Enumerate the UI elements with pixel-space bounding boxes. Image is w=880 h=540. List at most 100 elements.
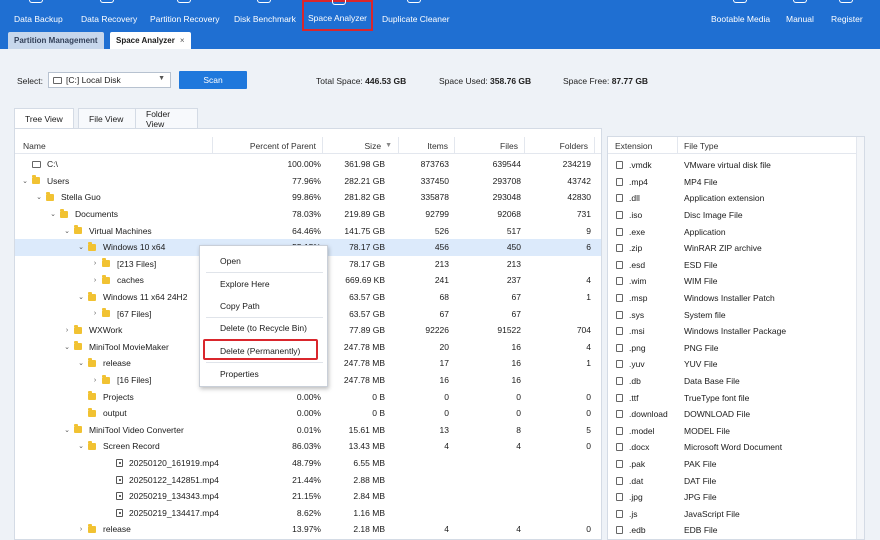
chevron-right-icon[interactable]: › [91, 277, 99, 284]
tree-name-cell: ⌄ Users [21, 173, 69, 190]
column-header-folders[interactable]: Folders [525, 137, 595, 154]
extension-row[interactable]: .esd ESD File [608, 257, 864, 274]
close-icon[interactable]: × [180, 36, 185, 45]
tree-row[interactable]: ⌄ Stella Guo 99.86% 281.82 GB 335878 293048 42… [15, 189, 601, 206]
menu-item-delete-permanently[interactable]: Delete (Permanently) [220, 346, 300, 356]
tree-row[interactable]: ⌄ Documents 78.03% 219.89 GB 92799 92068 731 [15, 206, 601, 223]
tab-file-view[interactable]: File View [78, 108, 138, 128]
folders-cell: 1 [586, 358, 591, 369]
tree-row[interactable]: 20250120_161919.mp4 48.79% 6.55 MB [15, 455, 601, 472]
extension-row[interactable]: .mp4 MP4 File [608, 174, 864, 191]
files-cell [441, 455, 521, 472]
tree-item-name: Screen Record [103, 441, 160, 452]
tree-row[interactable]: ⌄ Virtual Machines 64.46% 141.75 GB 526 517 9 [15, 222, 601, 239]
chevron-down-icon[interactable]: ⌄ [63, 343, 71, 351]
menu-item-copy-path[interactable]: Copy Path [220, 301, 260, 311]
extension-row[interactable]: .iso Disc Image File [608, 207, 864, 224]
file-type-icon [616, 410, 623, 419]
tree-row[interactable]: 20250219_134417.mp4 8.62% 1.16 MB [15, 505, 601, 522]
toolbar-manual-button[interactable]: Manual [786, 0, 814, 30]
toolbar-data-backup-button[interactable]: Data Backup [14, 0, 63, 30]
column-header-name[interactable]: Name [15, 137, 213, 154]
menu-item-properties[interactable]: Properties [220, 369, 259, 379]
extension-row[interactable]: .yuv YUV File [608, 356, 864, 373]
tree-row[interactable]: ⌄ Users 77.96% 282.21 GB 337450 293708 43742 [15, 173, 601, 190]
extension-row[interactable]: .js JavaScript File [608, 506, 864, 523]
chevron-down-icon[interactable]: ⌄ [77, 442, 85, 450]
toolbar-duplicate-cleaner-button[interactable]: Duplicate Cleaner [382, 0, 450, 30]
chevron-down-icon[interactable]: ⌄ [77, 359, 85, 367]
extension-row[interactable]: .jpg JPG File [608, 489, 864, 506]
column-header-files[interactable]: Files [455, 137, 525, 154]
extension-cell: .jpg [616, 489, 643, 506]
drive-select[interactable]: [C:] Local Disk ▼ [48, 72, 171, 88]
extension-cell: .mp4 [616, 174, 648, 191]
tree-name-cell: 20250219_134417.mp4 [105, 505, 219, 522]
tree-row[interactable]: ⌄ MiniTool Video Converter 0.01% 15.61 MB 13… [15, 422, 601, 439]
extension-row[interactable]: .zip WinRAR ZIP archive [608, 240, 864, 257]
extension-row[interactable]: .exe Application [608, 223, 864, 240]
extension-row[interactable]: .vmdk VMware virtual disk file [608, 157, 864, 174]
tree-row[interactable]: 20250219_134343.mp4 21.15% 2.84 MB [15, 488, 601, 505]
file-type-icon [616, 277, 623, 286]
column-header-file-type[interactable]: File Type [678, 137, 858, 154]
toolbar-data-recovery-button[interactable]: Data Recovery [81, 0, 137, 30]
chevron-down-icon[interactable]: ⌄ [77, 293, 85, 301]
tree-row[interactable]: C:\ 100.00% 361.98 GB 873763 639544 234219 [15, 156, 601, 173]
extension-row[interactable]: .db Data Base File [608, 373, 864, 390]
scan-controls: Select: [C:] Local Disk ▼ Scan Total Spa… [0, 49, 880, 97]
column-header-extension[interactable]: Extension [608, 137, 678, 154]
tab-folder-view[interactable]: Folder View [135, 108, 198, 129]
column-header-percent[interactable]: Percent of Parent [213, 137, 323, 154]
extension-row[interactable]: .model MODEL File [608, 423, 864, 440]
extension-row[interactable]: .msp Windows Installer Patch [608, 290, 864, 307]
chevron-down-icon[interactable]: ⌄ [49, 210, 57, 218]
extension-row[interactable]: .msi Windows Installer Package [608, 323, 864, 340]
toolbar-register-button[interactable]: Register [831, 0, 863, 30]
column-header-items[interactable]: Items [399, 137, 455, 154]
scan-button[interactable]: Scan [179, 71, 247, 89]
toolbar-disk-benchmark-button[interactable]: Disk Benchmark [234, 0, 296, 30]
chevron-right-icon[interactable]: › [91, 377, 99, 384]
chevron-down-icon[interactable]: ⌄ [63, 227, 71, 235]
toolbar-bootable-media-button[interactable]: Bootable Media [711, 0, 770, 30]
tree-row[interactable]: › release 13.97% 2.18 MB 4 4 0 [15, 521, 601, 538]
extension-row[interactable]: .pak PAK File [608, 456, 864, 473]
chevron-down-icon[interactable]: ⌄ [63, 426, 71, 434]
extension-cell: .zip [616, 240, 642, 257]
extension-row[interactable]: .docx Microsoft Word Document [608, 439, 864, 456]
tab-space-analyzer[interactable]: Space Analyzer × [110, 32, 191, 49]
extension-row[interactable]: .png PNG File [608, 340, 864, 357]
extension-row[interactable]: .sys System file [608, 306, 864, 323]
file-type-cell: TrueType font file [684, 392, 750, 403]
toolbar-space-analyzer-button[interactable]: Space Analyzer [302, 0, 373, 31]
chevron-down-icon[interactable]: ⌄ [21, 177, 29, 185]
file-type-cell: Windows Installer Patch [684, 293, 775, 304]
tab-tree-view[interactable]: Tree View [14, 108, 74, 128]
extension-row[interactable]: .edb EDB File [608, 522, 864, 539]
chevron-down-icon[interactable]: ⌄ [35, 193, 43, 201]
tab-partition-management[interactable]: Partition Management [8, 32, 104, 49]
extension-row[interactable]: .wim WIM File [608, 273, 864, 290]
column-header-size[interactable]: Size ▼ [323, 137, 399, 154]
tree-row[interactable]: 20250122_142851.mp4 21.44% 2.88 MB [15, 471, 601, 488]
menu-separator [206, 362, 323, 363]
tree-row[interactable]: ⌄ Screen Record 86.03% 13.43 MB 4 4 0 [15, 438, 601, 455]
menu-item-delete-recycle-bin[interactable]: Delete (to Recycle Bin) [220, 323, 307, 333]
menu-item-open[interactable]: Open [220, 256, 241, 266]
chevron-right-icon[interactable]: › [77, 526, 85, 533]
extension-row[interactable]: .dat DAT File [608, 472, 864, 489]
items-cell: 873763 [420, 159, 449, 170]
tree-row[interactable]: output 0.00% 0 B000 [15, 405, 601, 422]
extension-row[interactable]: .ttf TrueType font file [608, 389, 864, 406]
vertical-scrollbar[interactable] [856, 137, 864, 539]
extension-row[interactable]: .dll Application extension [608, 190, 864, 207]
chevron-right-icon[interactable]: › [91, 260, 99, 267]
menu-item-explore-here[interactable]: Explore Here [220, 279, 270, 289]
chevron-right-icon[interactable]: › [91, 310, 99, 317]
chevron-down-icon[interactable]: ⌄ [77, 243, 85, 251]
chevron-right-icon[interactable]: › [63, 327, 71, 334]
toolbar-partition-recovery-button[interactable]: Partition Recovery [150, 0, 219, 30]
tree-row[interactable]: Projects 0.00% 0 B000 [15, 388, 601, 405]
extension-row[interactable]: .download DOWNLOAD File [608, 406, 864, 423]
